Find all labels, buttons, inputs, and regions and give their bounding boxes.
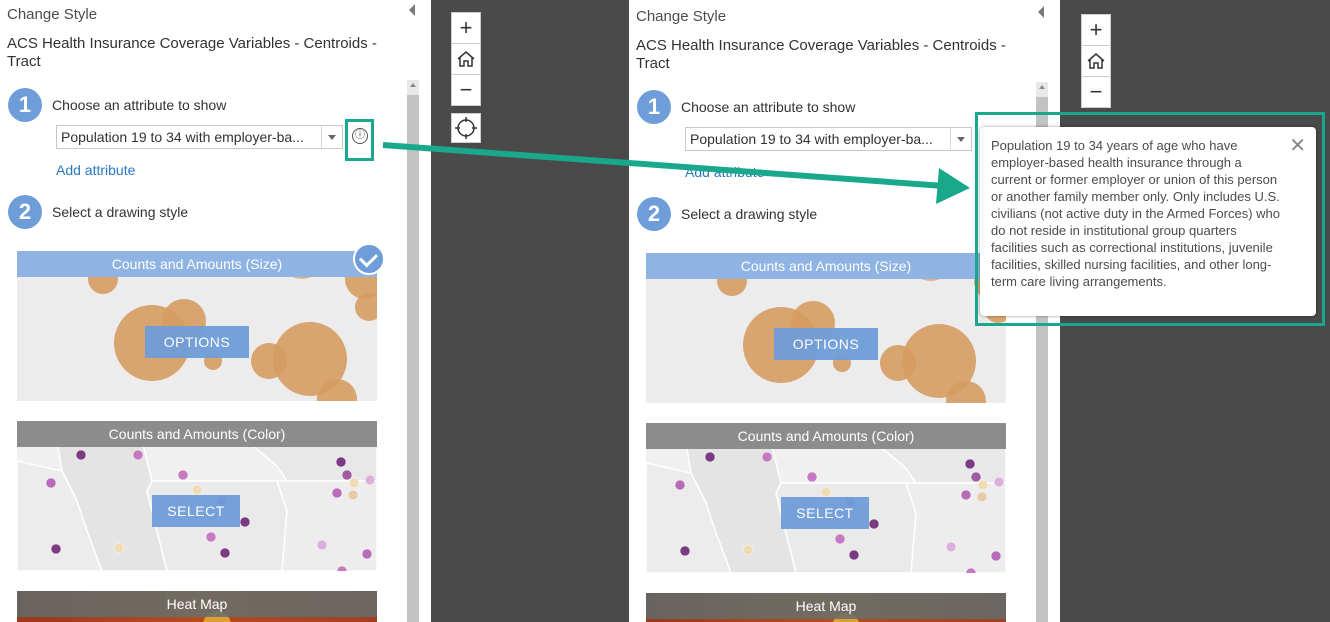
annotation-arrow [0,0,1330,622]
